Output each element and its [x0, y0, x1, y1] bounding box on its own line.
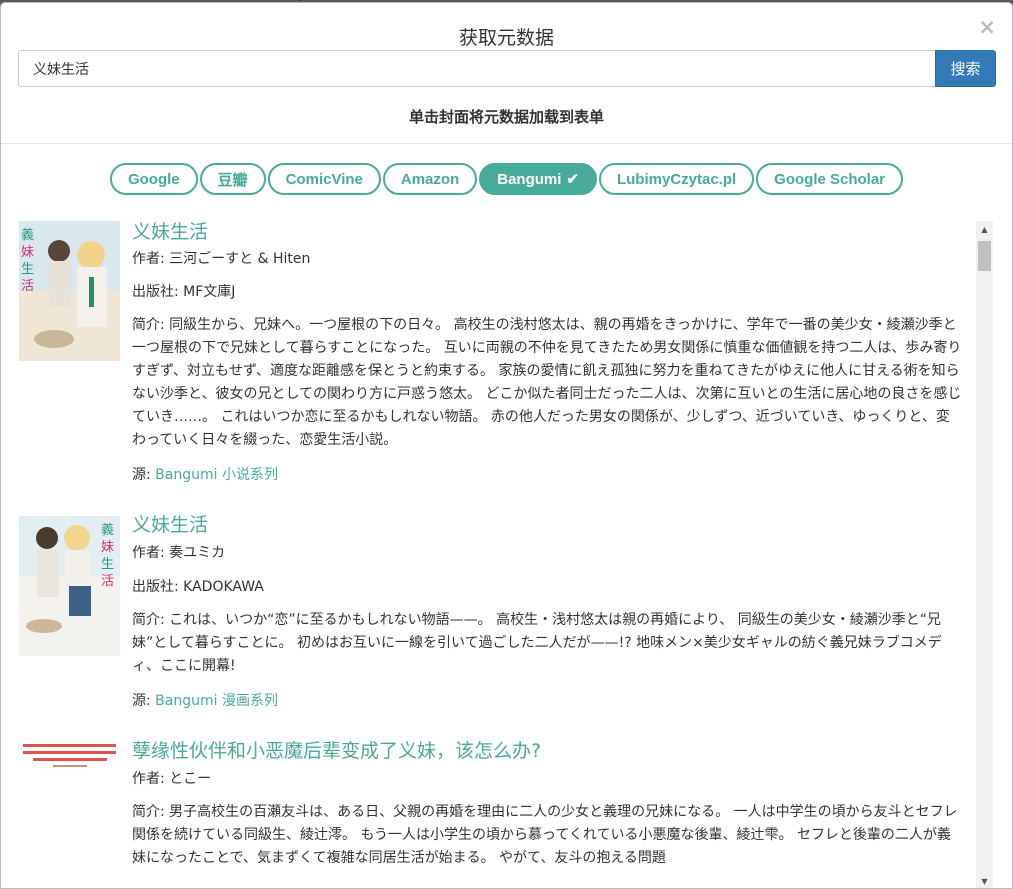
source-bangumi-button[interactable]: Bangumi ✔ — [479, 163, 597, 195]
result-item: 孽缘性伙伴和小恶魔后辈变成了义妹，该怎么办? 作者: とこー 简介: 男子高校生… — [1, 738, 995, 870]
result-author: 作者: とこー — [132, 769, 995, 789]
result-title[interactable]: 义妹生活 — [132, 219, 995, 245]
modal-title: 获取元数据 — [458, 27, 554, 49]
checkmark-icon: ✔ — [566, 171, 579, 188]
svg-text:妹: 妹 — [21, 245, 34, 260]
result-source: 源: Bangumi 小说系列 — [132, 464, 995, 484]
author-value: とこー — [169, 771, 212, 787]
result-source: 源: Bangumi 漫画系列 — [132, 690, 995, 710]
source-douban-button[interactable]: 豆瓣 — [199, 163, 266, 195]
desc-label: 简介: — [132, 317, 165, 333]
result-title[interactable]: 义妹生活 — [132, 512, 995, 538]
book-cover[interactable]: 義 妹 生 活 — [19, 221, 120, 361]
svg-text:義: 義 — [21, 227, 34, 243]
author-label: 作者: — [132, 771, 165, 787]
scroll-up-icon[interactable]: ▲ — [976, 221, 993, 238]
source-label: Google — [127, 170, 180, 188]
source-label: Amazon — [400, 170, 460, 188]
source-label: Bangumi — [497, 170, 562, 188]
svg-text:生: 生 — [21, 262, 34, 277]
source-google-scholar-button[interactable]: Google Scholar — [756, 163, 904, 195]
result-publisher: 出版社: KADOKAWA — [132, 577, 995, 597]
result-author: 作者: 三河ごーすと & Hiten — [132, 249, 995, 269]
search-button[interactable]: 搜索 — [935, 50, 996, 87]
source-amazon-button[interactable]: Amazon — [382, 163, 478, 195]
source-label: ComicVine — [285, 170, 363, 188]
publisher-label: 出版社: — [132, 284, 179, 300]
source-lubimyczytac-button[interactable]: LubimyCzytac.pl — [598, 163, 755, 195]
publisher-value: MF文庫J — [183, 284, 236, 300]
desc-label: 简介: — [132, 804, 165, 820]
cover-image-icon: 義 妹 生 活 — [19, 221, 120, 361]
result-title[interactable]: 孽缘性伙伴和小恶魔后辈变成了义妹，该怎么办? — [132, 738, 995, 764]
svg-text:活: 活 — [101, 574, 114, 589]
results-list: 義 妹 生 活 义妹生活 作者: 三河ごーすと & Hiten 出版社: MF文… — [1, 217, 995, 888]
source-label: 源: — [132, 467, 151, 483]
result-author: 作者: 奏ユミカ — [132, 543, 995, 563]
author-label: 作者: — [132, 251, 165, 267]
hint-text: 单击封面将元数据加载到表单 — [408, 108, 604, 126]
source-label: LubimyCzytac.pl — [616, 170, 737, 188]
source-comicvine-button[interactable]: ComicVine — [267, 163, 381, 195]
source-link[interactable]: Bangumi 漫画系列 — [155, 693, 278, 709]
author-value: 奏ユミカ — [169, 545, 226, 561]
scrollbar-thumb[interactable] — [978, 241, 991, 271]
source-label: 源: — [132, 693, 151, 709]
book-cover[interactable] — [19, 740, 120, 780]
results-scrollbar[interactable]: ▲ ▼ — [976, 221, 993, 888]
source-link[interactable]: Bangumi 小说系列 — [155, 467, 278, 483]
desc-value: 男子高校生の百瀬友斗は、ある日、父親の再婚を理由に二人の少女と義理の兄妹になる。… — [132, 804, 958, 866]
desc-value: これは、いつか“恋”に至るかもしれない物語——。 高校生・浅村悠太は親の再婚によ… — [132, 612, 942, 674]
author-label: 作者: — [132, 545, 165, 561]
close-button[interactable]: × — [978, 17, 996, 38]
metadata-sources: Google 豆瓣 ComicVine Amazon Bangumi ✔ Lubi… — [1, 163, 1012, 195]
result-publisher: 出版社: MF文庫J — [132, 282, 995, 302]
result-item: 義 妹 生 活 义妹生活 作者: 奏ユミカ 出版社: KADOKAWA 简介: … — [1, 512, 995, 710]
cover-image-icon: 義 妹 生 活 — [19, 516, 120, 656]
publisher-label: 出版社: — [132, 579, 179, 595]
source-label: Google Scholar — [774, 170, 886, 188]
source-google-button[interactable]: Google — [109, 163, 198, 195]
publisher-value: KADOKAWA — [183, 579, 264, 595]
search-row: 搜索 — [18, 50, 996, 87]
desc-label: 简介: — [132, 612, 165, 628]
result-description: 简介: これは、いつか“恋”に至るかもしれない物語——。 高校生・浅村悠太は親の… — [132, 609, 962, 678]
desc-value: 同級生から、兄妹へ。一つ屋根の下の日々。 高校生の浅村悠太は、親の再婚をきっかけ… — [132, 317, 962, 448]
source-label: 豆瓣 — [217, 171, 248, 189]
scroll-down-icon[interactable]: ▼ — [976, 873, 993, 888]
search-input[interactable] — [18, 50, 935, 87]
svg-text:義: 義 — [101, 522, 114, 538]
svg-text:生: 生 — [101, 557, 114, 572]
result-item: 義 妹 生 活 义妹生活 作者: 三河ごーすと & Hiten 出版社: MF文… — [1, 217, 995, 484]
result-description: 简介: 同級生から、兄妹へ。一つ屋根の下の日々。 高校生の浅村悠太は、親の再婚を… — [132, 314, 962, 452]
svg-text:活: 活 — [21, 279, 34, 294]
fetch-metadata-modal: 获取元数据 × 搜索 单击封面将元数据加载到表单 Google 豆瓣 Comic… — [0, 2, 1013, 889]
author-value: 三河ごーすと & Hiten — [169, 251, 311, 267]
svg-text:妹: 妹 — [101, 540, 114, 555]
book-cover[interactable]: 義 妹 生 活 — [19, 516, 120, 656]
result-description: 简介: 男子高校生の百瀬友斗は、ある日、父親の再婚を理由に二人の少女と義理の兄妹… — [132, 801, 962, 870]
modal-header: 获取元数据 × 搜索 单击封面将元数据加载到表单 — [1, 3, 1012, 144]
cover-image-icon — [19, 740, 120, 780]
